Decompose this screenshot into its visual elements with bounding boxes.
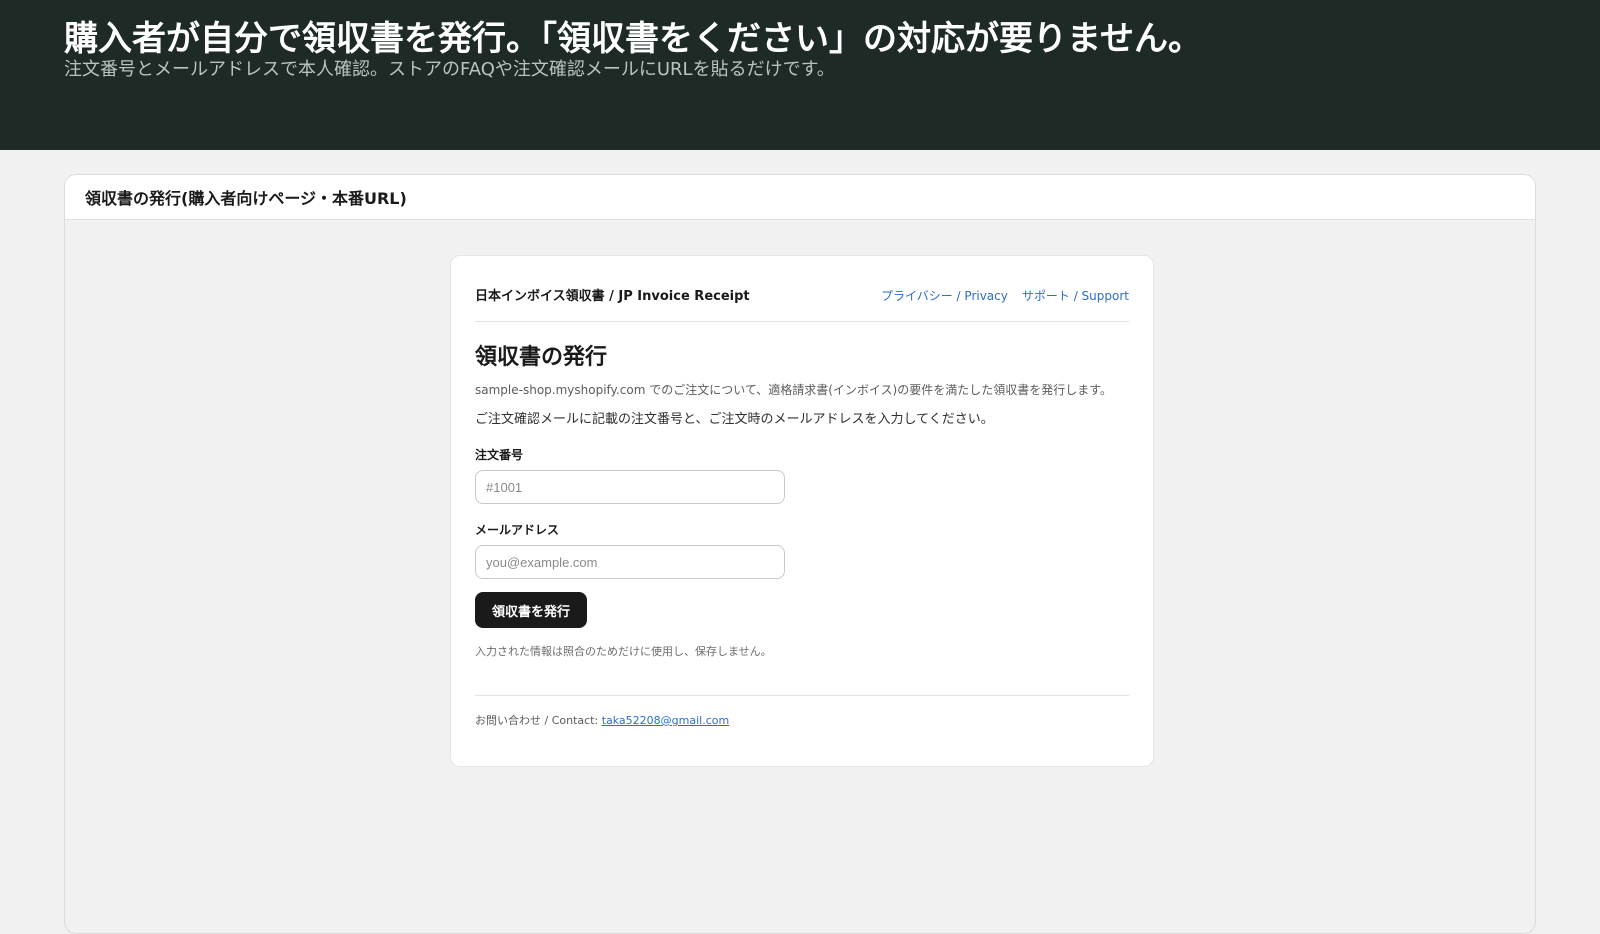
receipt-form-card: 日本インボイス領収書 / JP Invoice Receipt プライバシー /… [450,255,1154,767]
panel-title: 領収書の発行(購入者向けページ・本番URL) [85,189,407,208]
support-link[interactable]: サポート / Support [1022,287,1129,304]
order-number-input[interactable] [475,470,785,504]
footer-divider [475,695,1129,696]
email-input[interactable] [475,545,785,579]
email-label: メールアドレス [475,523,560,537]
receipt-page-header: 日本インボイス領収書 / JP Invoice Receipt プライバシー /… [475,256,1129,322]
contact-email-link[interactable]: taka52208@gmail.com [602,714,730,727]
issue-receipt-button[interactable]: 領収書を発行 [475,592,588,628]
hero-banner: 購入者が自分で領収書を発行。「領収書をください」の対応が要りません。 注文番号と… [0,0,1600,150]
header-links: プライバシー / Privacy サポート / Support [881,287,1129,304]
panel-header: 領収書の発行(購入者向けページ・本番URL) [65,175,1535,220]
hero-subtitle: 注文番号とメールアドレスで本人確認。ストアのFAQや注文確認メールにURLを貼る… [64,59,835,80]
preview-panel: 領収書の発行(購入者向けページ・本番URL) 日本インボイス領収書 / JP I… [64,174,1536,934]
hero-title: 購入者が自分で領収書を発行。「領収書をください」の対応が要りません。 [64,19,1202,59]
app-name: 日本インボイス領収書 / JP Invoice Receipt [475,289,750,304]
form-description: sample-shop.myshopify.com でのご注文について、適格請求… [475,383,1113,397]
privacy-note: 入力された情報は照合のためだけに使用し、保存しません。 [475,645,772,658]
form-instruction: ご注文確認メールに記載の注文番号と、ご注文時のメールアドレスを入力してください。 [475,412,994,427]
contact-line: お問い合わせ / Contact: taka52208@gmail.com [475,712,1129,728]
form-heading: 領収書の発行 [475,345,608,370]
contact-prefix: お問い合わせ / Contact: [475,714,602,727]
order-number-label: 注文番号 [475,448,524,462]
privacy-link[interactable]: プライバシー / Privacy [881,287,1008,304]
